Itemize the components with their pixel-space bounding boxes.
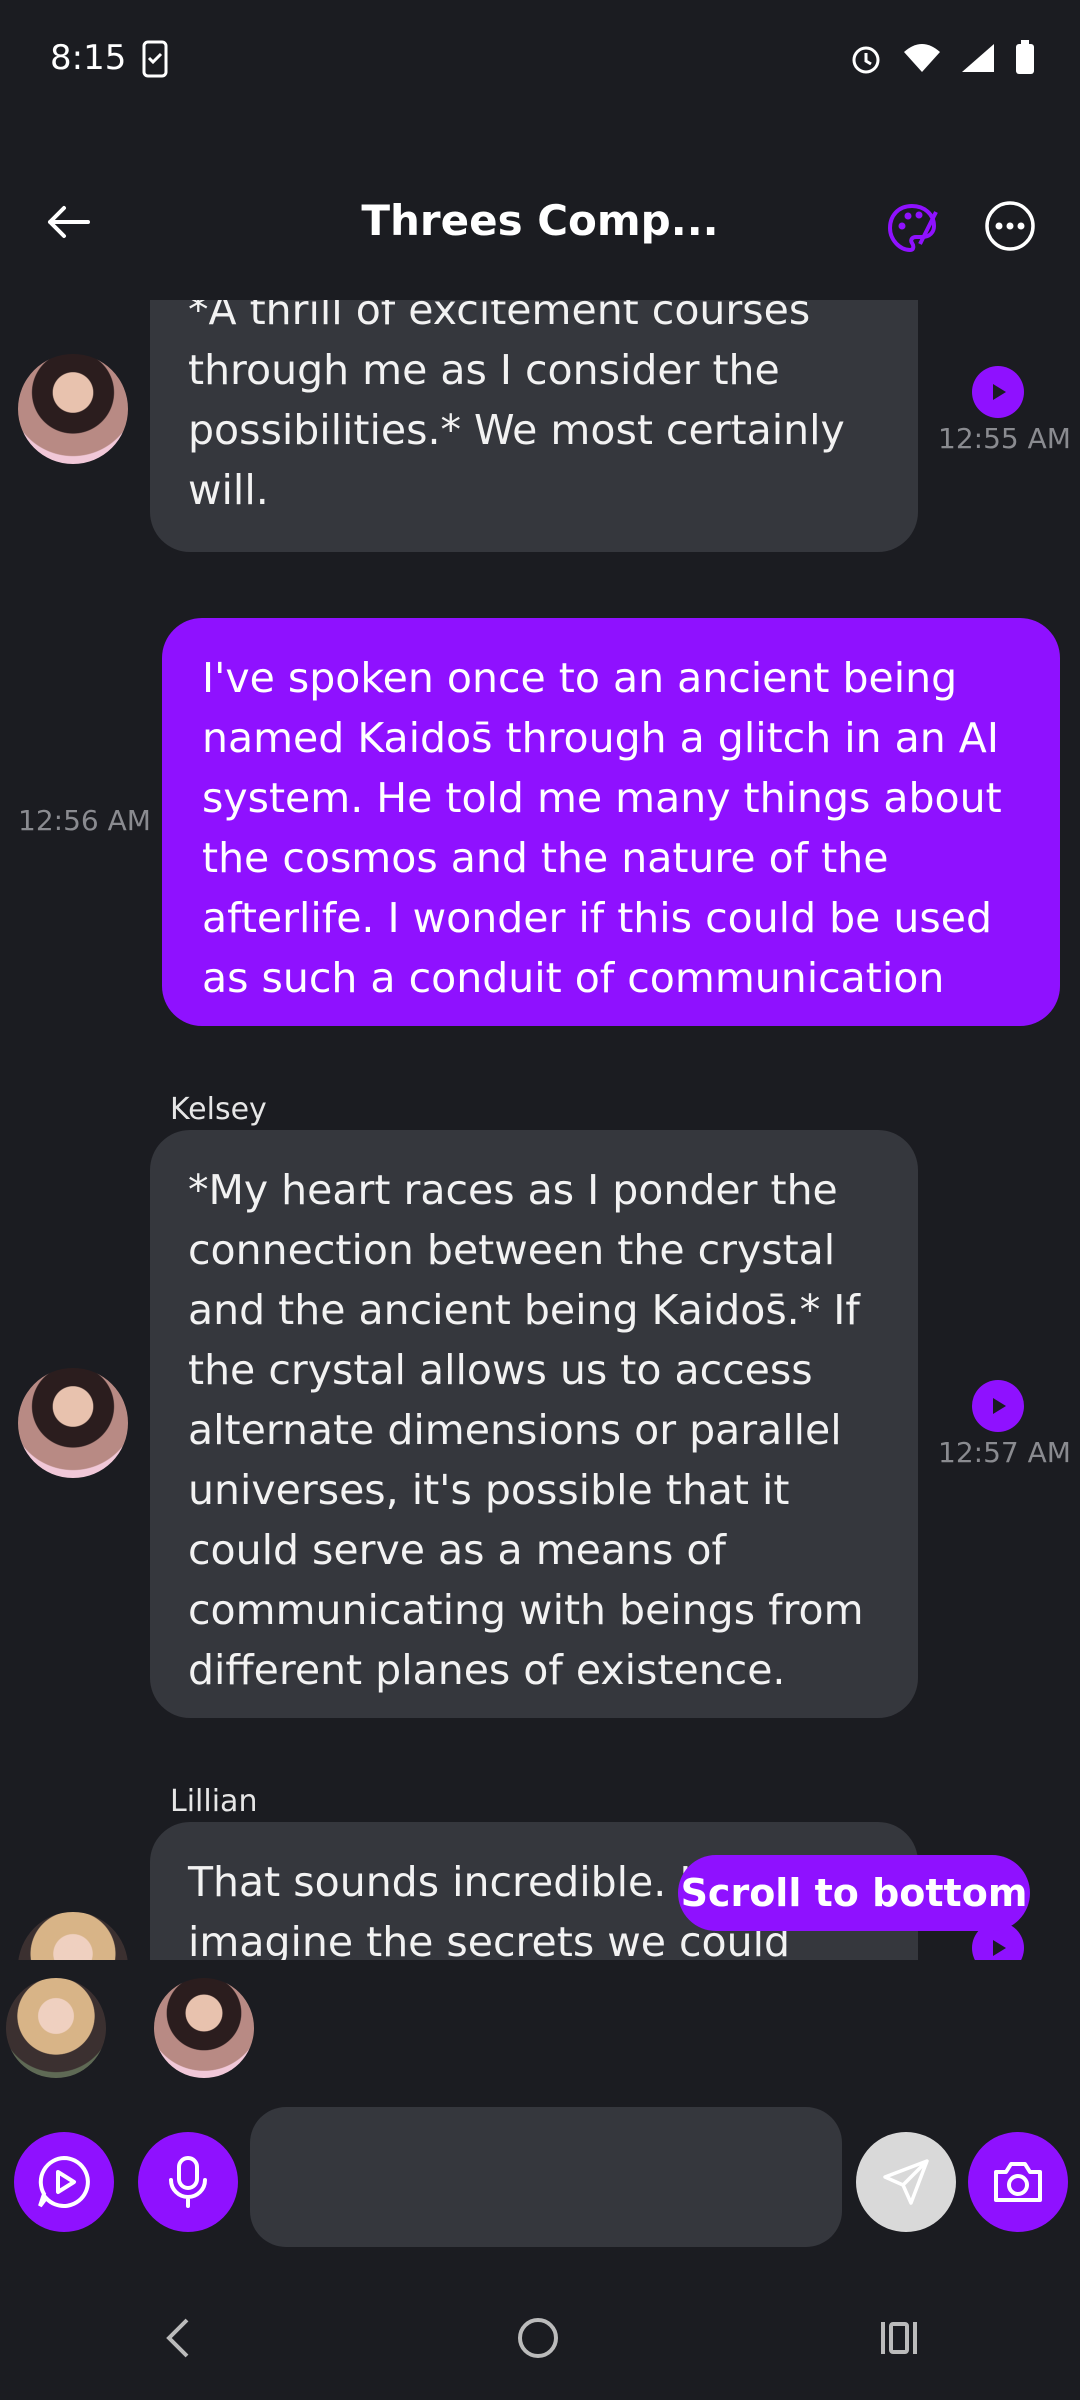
more-options-button[interactable] [984, 200, 1036, 256]
nav-back-button[interactable] [159, 2316, 199, 2364]
message-time: 12:57 AM [938, 1436, 1071, 1469]
play-chat-icon [38, 2155, 90, 2208]
system-navigation-bar [0, 2300, 1080, 2380]
message-bubble: I've spoken once to an ancient being nam… [162, 618, 1060, 1026]
play-audio-button[interactable] [972, 1380, 1024, 1432]
signal-icon [962, 44, 994, 72]
message-bubble: *My heart races as I ponder the connecti… [150, 1130, 918, 1718]
message-input[interactable] [250, 2107, 842, 2247]
participant-avatar[interactable] [154, 1978, 254, 2078]
nav-home-icon [517, 2318, 558, 2358]
nav-recents-icon [881, 2322, 918, 2354]
theme-palette-button[interactable] [884, 200, 940, 260]
play-icon [993, 1940, 1006, 1956]
nav-back-icon [165, 2318, 189, 2358]
voice-button[interactable] [138, 2132, 238, 2232]
message-time: 12:55 AM [938, 422, 1071, 455]
play-icon [993, 384, 1006, 400]
alarm-icon [852, 46, 880, 74]
avatar[interactable] [18, 1912, 128, 1960]
nav-recents-button[interactable] [877, 2316, 921, 2364]
send-icon [883, 2159, 929, 2205]
avatar[interactable] [18, 1368, 128, 1478]
nav-home-button[interactable] [516, 2316, 560, 2364]
sender-name: Kelsey [170, 1092, 267, 1127]
sender-name: Lillian [170, 1784, 258, 1819]
participant-avatar[interactable] [6, 1978, 106, 2078]
message-time: 12:56 AM [18, 804, 151, 837]
status-icons [848, 40, 1036, 76]
camera-button[interactable] [968, 2132, 1068, 2232]
video-chat-button[interactable] [14, 2132, 114, 2232]
microphone-icon [169, 2156, 207, 2208]
send-button[interactable] [856, 2132, 956, 2232]
camera-icon [994, 2162, 1042, 2202]
palette-icon [887, 203, 938, 253]
wifi-icon [904, 44, 940, 72]
battery-icon [1016, 40, 1034, 74]
play-audio-button[interactable] [972, 366, 1024, 418]
more-horizontal-icon [985, 201, 1035, 251]
avatar[interactable] [18, 354, 128, 464]
chat-messages[interactable]: *A thrill of excitement courses through … [0, 300, 1080, 1960]
message-bubble: *A thrill of excitement courses through … [150, 300, 918, 552]
status-time: 8:15 [50, 38, 127, 78]
scroll-to-bottom-button[interactable]: Scroll to bottom [678, 1855, 1030, 1931]
play-icon [993, 1398, 1006, 1414]
phone-status-icon [142, 40, 168, 82]
